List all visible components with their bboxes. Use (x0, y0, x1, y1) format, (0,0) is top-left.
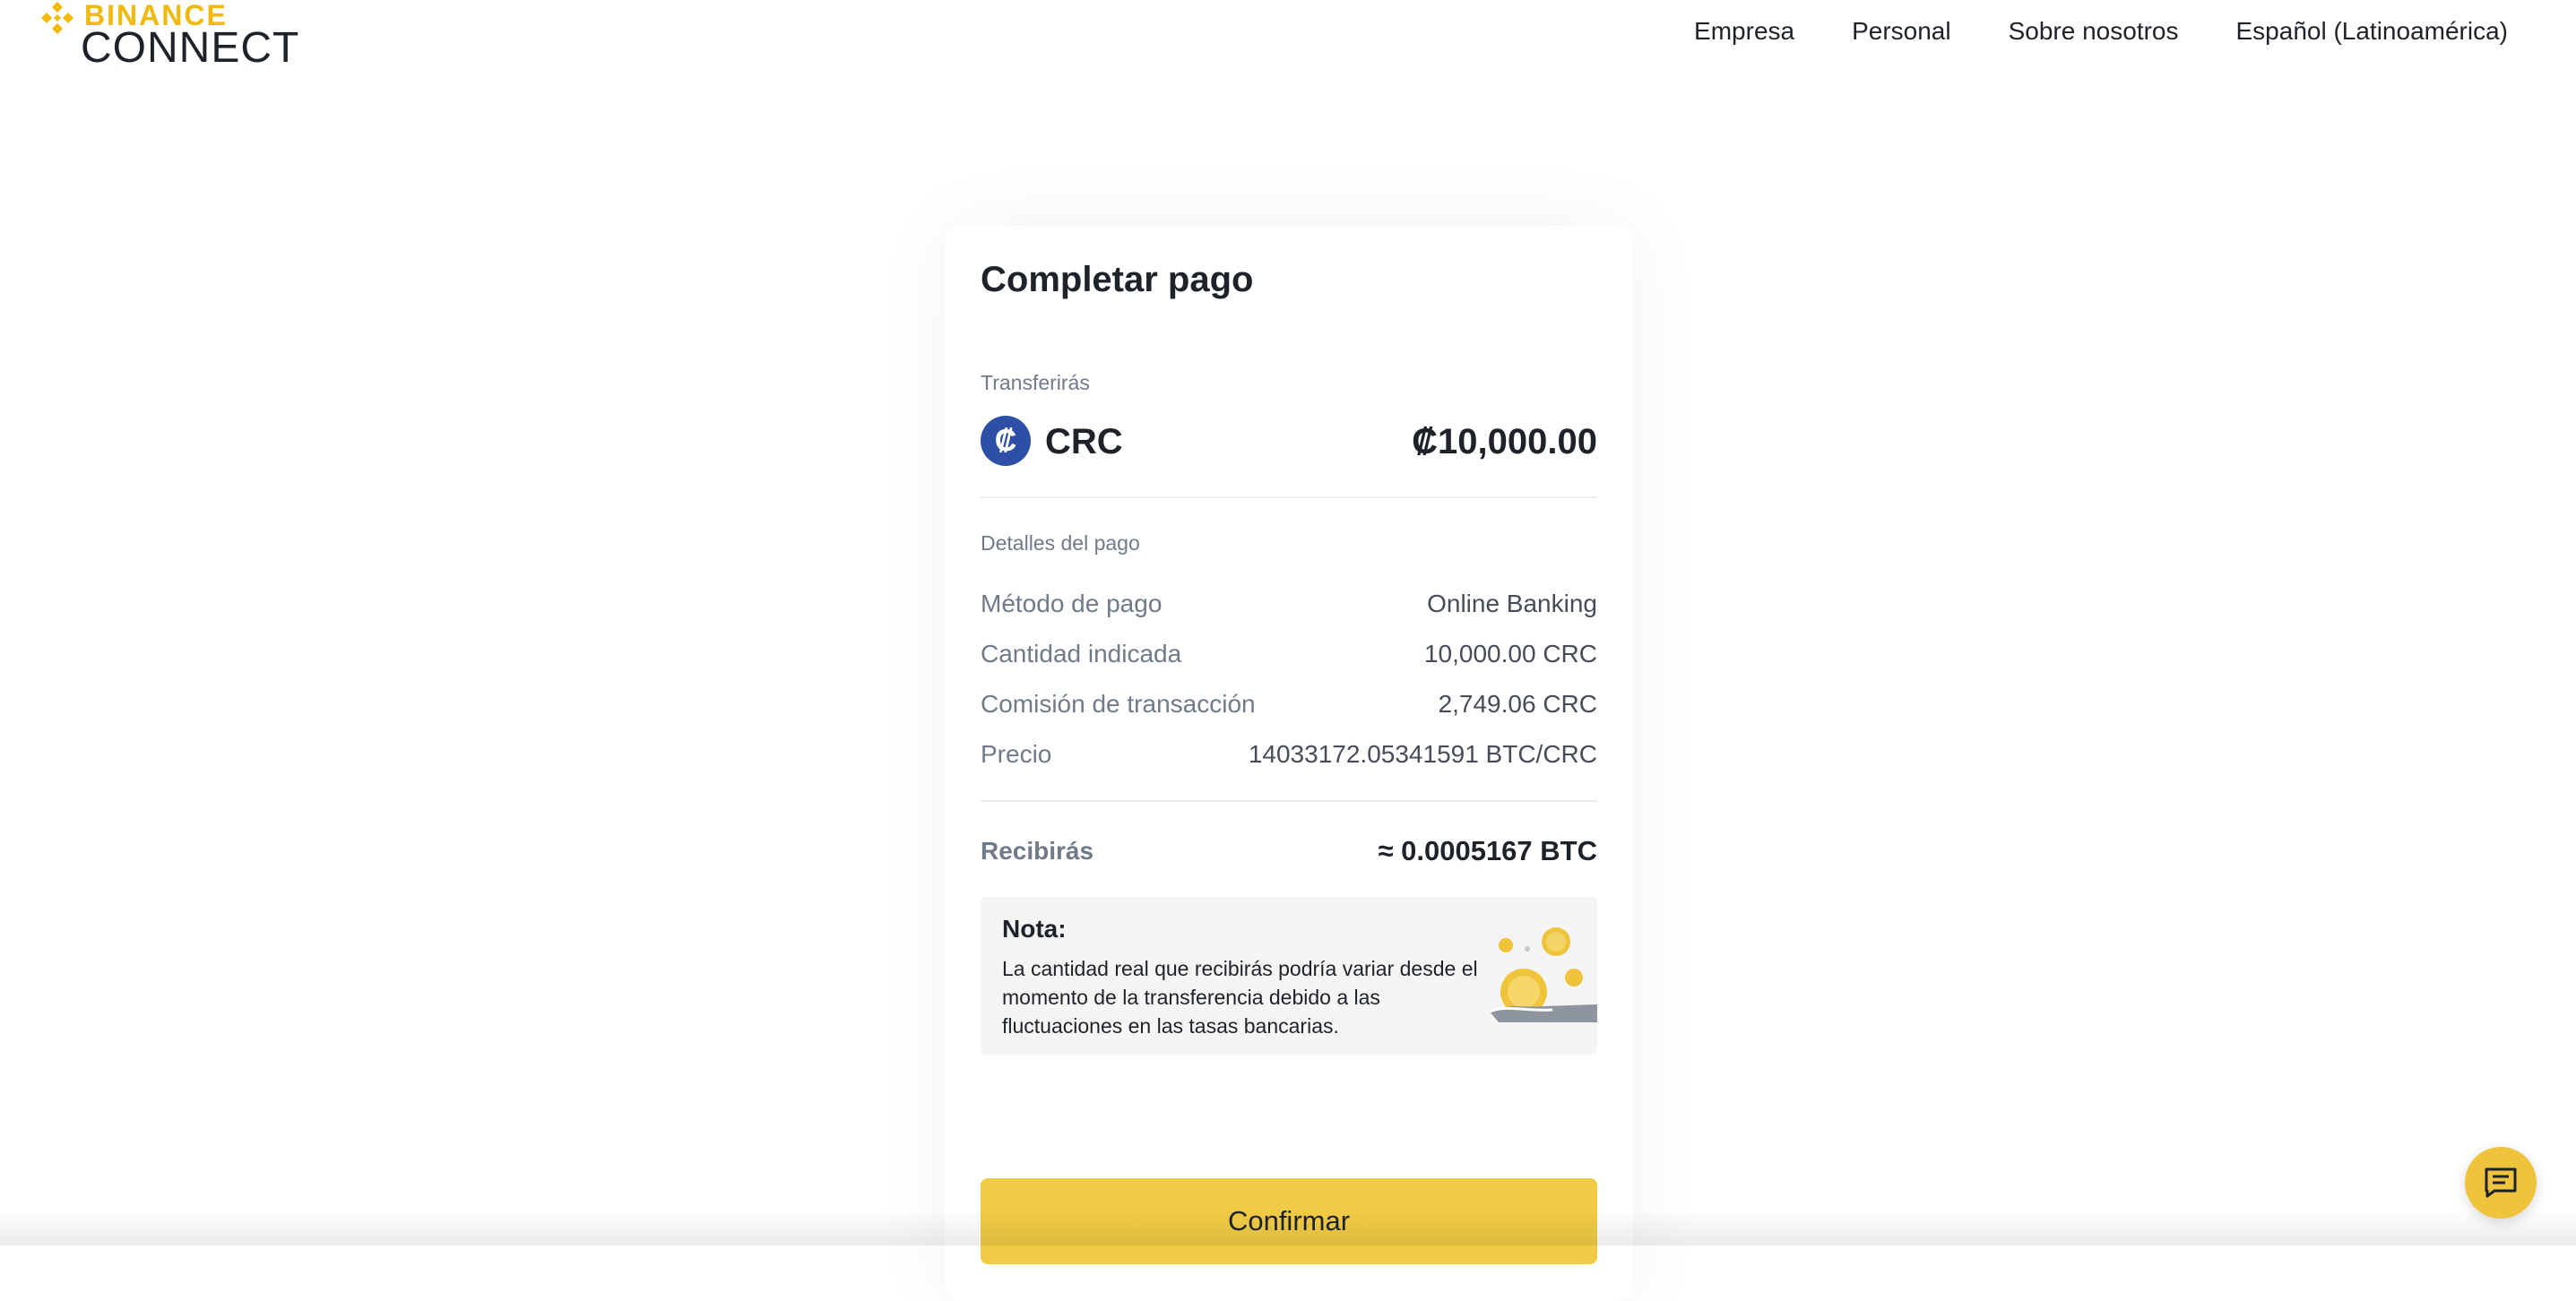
colon-currency-icon: ₡ (981, 416, 1031, 466)
detail-key: Comisión de transacción (981, 690, 1256, 718)
confirm-button[interactable]: Confirmar (981, 1178, 1597, 1264)
binance-diamond-icon (41, 2, 73, 34)
receive-label: Recibirás (981, 837, 1094, 865)
detail-value: 2,749.06 CRC (1438, 690, 1597, 718)
detail-row-fee: Comisión de transacción 2,749.06 CRC (981, 686, 1597, 722)
divider (981, 800, 1597, 802)
transfer-label: Transferirás (981, 371, 1090, 394)
header: BINANCE CONNECT Empresa Personal Sobre n… (0, 0, 2576, 81)
currency-code: CRC (1045, 422, 1123, 461)
logo-text-connect: CONNECT (81, 24, 300, 72)
receive-value: ≈ 0.0005167 BTC (1378, 835, 1598, 866)
nav-empresa[interactable]: Empresa (1694, 14, 1794, 48)
detail-key: Método de pago (981, 590, 1163, 617)
top-nav: Empresa Personal Sobre nosotros Español … (1694, 14, 2508, 48)
currency-symbol: ₡ (994, 423, 1017, 458)
detail-key: Precio (981, 740, 1052, 768)
divider (981, 496, 1597, 498)
detail-value: 10,000.00 CRC (1423, 640, 1597, 668)
receive-row: Recibirás ≈ 0.0005167 BTC (981, 831, 1597, 871)
detail-row-amount: Cantidad indicada 10,000.00 CRC (981, 636, 1597, 672)
detail-key: Cantidad indicada (981, 640, 1182, 668)
details-label: Detalles del pago (981, 531, 1140, 555)
nav-personal[interactable]: Personal (1852, 14, 1951, 48)
detail-value: 14033172.05341591 BTC/CRC (1248, 740, 1597, 768)
chat-button[interactable] (2465, 1147, 2537, 1219)
language-selector[interactable]: Español (Latinoamérica) (2236, 14, 2509, 48)
note-text: La cantidad real que recibirás podría va… (1002, 957, 1478, 1038)
detail-row-payment-method: Método de pago Online Banking (981, 586, 1597, 622)
detail-value: Online Banking (1427, 590, 1597, 617)
note-title: Nota: (1002, 915, 1067, 943)
note-box: Nota: La cantidad real que recibirás pod… (981, 897, 1597, 1055)
detail-row-price: Precio 14033172.05341591 BTC/CRC (981, 737, 1597, 772)
binance-connect-logo[interactable]: BINANCE CONNECT (39, 0, 308, 72)
coins-hand-icon (1490, 927, 1597, 1022)
payment-card: Completar pago Transferirás ₡ CRC ₡10,00… (945, 226, 1633, 1301)
nav-sobre-nosotros[interactable]: Sobre nosotros (2009, 14, 2179, 48)
chat-icon (2485, 1167, 2517, 1198)
transfer-amount: ₡10,000.00 (1412, 422, 1597, 461)
page-title: Completar pago (981, 260, 1254, 299)
